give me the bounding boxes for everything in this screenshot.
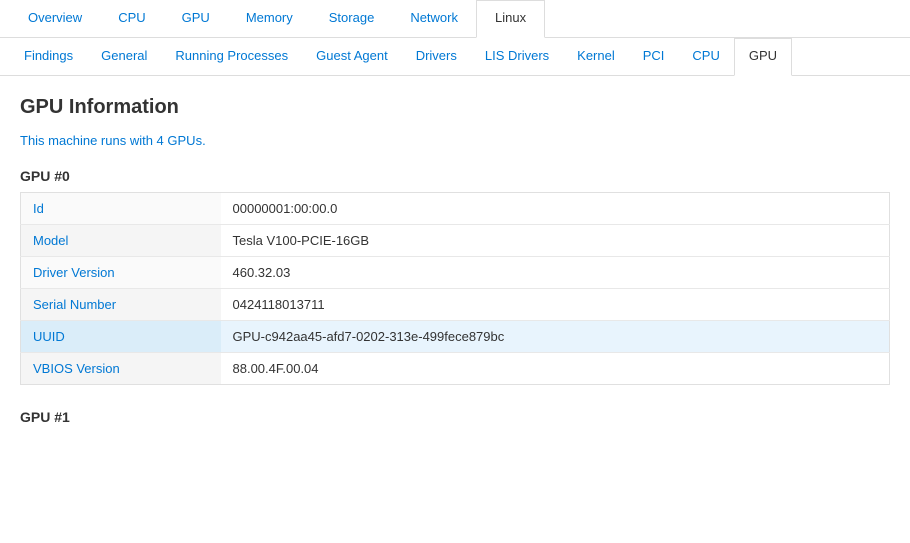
- table-row: ModelTesla V100-PCIE-16GB: [21, 225, 890, 257]
- top-nav-item-linux[interactable]: Linux: [476, 0, 545, 38]
- second-nav-item-drivers[interactable]: Drivers: [402, 38, 471, 75]
- row-label: UUID: [21, 321, 221, 353]
- top-nav: OverviewCPUGPUMemoryStorageNetworkLinux: [0, 0, 910, 38]
- row-label: Driver Version: [21, 257, 221, 289]
- table-row: Id00000001:00:00.0: [21, 193, 890, 225]
- top-nav-item-cpu[interactable]: CPU: [100, 0, 163, 37]
- top-nav-item-overview[interactable]: Overview: [10, 0, 100, 37]
- second-nav: FindingsGeneralRunning ProcessesGuest Ag…: [0, 38, 910, 76]
- second-nav-item-running-processes[interactable]: Running Processes: [161, 38, 302, 75]
- main-content: GPU Information This machine runs with 4…: [0, 76, 910, 453]
- second-nav-item-pci[interactable]: PCI: [629, 38, 679, 75]
- row-value: Tesla V100-PCIE-16GB: [221, 225, 890, 257]
- second-nav-item-general[interactable]: General: [87, 38, 161, 75]
- top-nav-item-gpu[interactable]: GPU: [164, 0, 228, 37]
- second-nav-item-guest-agent[interactable]: Guest Agent: [302, 38, 402, 75]
- second-nav-item-lis-drivers[interactable]: LIS Drivers: [471, 38, 563, 75]
- row-value: 88.00.4F.00.04: [221, 353, 890, 385]
- table-row: UUIDGPU-c942aa45-afd7-0202-313e-499fece8…: [21, 321, 890, 353]
- row-value: 0424118013711: [221, 289, 890, 321]
- page-title: GPU Information: [20, 96, 890, 119]
- gpu-summary: This machine runs with 4 GPUs.: [20, 133, 890, 148]
- top-nav-item-storage[interactable]: Storage: [311, 0, 393, 37]
- top-nav-item-memory[interactable]: Memory: [228, 0, 311, 37]
- second-nav-item-gpu[interactable]: GPU: [734, 38, 792, 76]
- row-label: Serial Number: [21, 289, 221, 321]
- second-nav-item-kernel[interactable]: Kernel: [563, 38, 629, 75]
- row-value: 460.32.03: [221, 257, 890, 289]
- row-value: GPU-c942aa45-afd7-0202-313e-499fece879bc: [221, 321, 890, 353]
- row-value: 00000001:00:00.0: [221, 193, 890, 225]
- second-nav-item-findings[interactable]: Findings: [10, 38, 87, 75]
- gpu-section-title-1: GPU #1: [20, 409, 890, 425]
- gpu-table-0: Id00000001:00:00.0ModelTesla V100-PCIE-1…: [20, 192, 890, 385]
- gpu-section-title-0: GPU #0: [20, 168, 890, 184]
- top-nav-item-network[interactable]: Network: [392, 0, 476, 37]
- table-row: Driver Version460.32.03: [21, 257, 890, 289]
- row-label: Id: [21, 193, 221, 225]
- table-row: Serial Number0424118013711: [21, 289, 890, 321]
- row-label: VBIOS Version: [21, 353, 221, 385]
- row-label: Model: [21, 225, 221, 257]
- table-row: VBIOS Version88.00.4F.00.04: [21, 353, 890, 385]
- second-nav-item-cpu[interactable]: CPU: [678, 38, 733, 75]
